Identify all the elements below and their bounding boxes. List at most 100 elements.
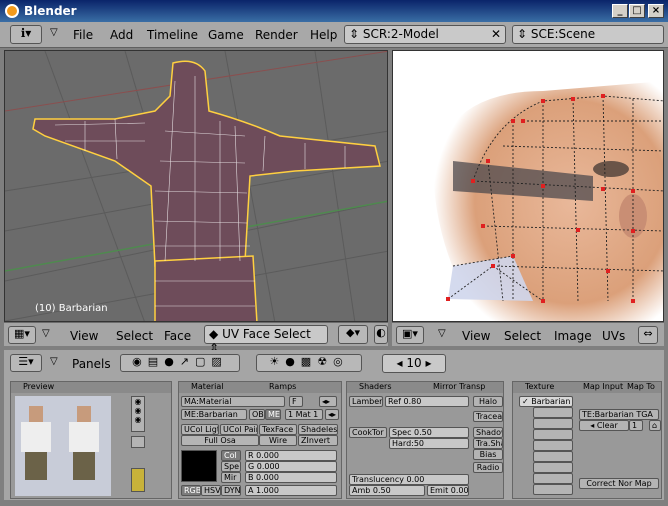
collapse-triangle-icon[interactable]: ▽ (438, 328, 446, 339)
ref-slider[interactable]: Ref 0.80 (385, 396, 469, 407)
context-buttons[interactable]: ◉▤●↗▢▨ (120, 354, 240, 372)
diffuse-shader-select[interactable]: Lambert (349, 396, 383, 407)
uv-menu-uvs[interactable]: UVs (602, 329, 625, 343)
menu-game[interactable]: Game (208, 28, 244, 42)
tab-material[interactable]: Material (191, 382, 224, 391)
tab-map-input[interactable]: Map Input (583, 382, 623, 391)
uv-menu-image[interactable]: Image (554, 329, 592, 343)
menu-render[interactable]: Render (255, 28, 298, 42)
rgb-mode-button[interactable]: RGB (181, 485, 201, 496)
collapse-triangle-icon[interactable]: ▽ (50, 356, 58, 367)
translucency-slider[interactable]: Translucency 0.00 (349, 474, 469, 485)
green-slider[interactable]: G 0.000 (245, 461, 337, 472)
material-f-button[interactable]: F (289, 396, 303, 407)
scene-selector[interactable]: ⇕ SCE:Scene (512, 25, 664, 44)
mode-selector[interactable]: ◆ UV Face Select ⇕ (204, 325, 328, 355)
lamp-icon[interactable]: ☀ (269, 355, 285, 368)
delete-screen-icon[interactable]: ✕ (491, 27, 501, 41)
shadeless-toggle[interactable]: Shadeles (298, 424, 338, 435)
script-icon[interactable]: ▤ (148, 355, 164, 368)
texture-clear-button[interactable]: ◂ Clear (579, 420, 629, 431)
uv-menu-select[interactable]: Select (504, 329, 541, 343)
draw-type-icon[interactable]: ◆▾ (338, 325, 368, 344)
me-link-button[interactable]: ME (265, 409, 281, 420)
blue-slider[interactable]: B 0.000 (245, 472, 337, 483)
radiosity-icon[interactable]: ☢ (317, 355, 333, 368)
ucol-paint-toggle[interactable]: UCol Pain (220, 424, 258, 435)
ob-link-button[interactable]: OB (249, 409, 265, 420)
uv-editor-type-icon[interactable]: ▣▾ (396, 326, 424, 344)
fake-user-icon[interactable]: ⌂ (649, 420, 661, 431)
specular-shader-select[interactable]: CookTor (349, 427, 387, 438)
alpha-slider[interactable]: A 1.000 (245, 485, 337, 496)
zinvert-toggle[interactable]: ZInvert (298, 435, 338, 446)
uv-menu-view[interactable]: View (462, 329, 490, 343)
material-arrows-icon[interactable]: ◂▸ (319, 396, 337, 407)
spe-button[interactable]: Spe (221, 461, 241, 472)
screen-selector[interactable]: ⇕ SCR:2-Model ✕ (344, 25, 506, 44)
mesh-name-field[interactable]: ME:Barbarian (181, 409, 247, 420)
scene-icon[interactable]: ▨ (211, 355, 227, 368)
texture-slot-7[interactable] (533, 462, 573, 473)
info-window-type-icon[interactable]: ℹ▾ (10, 25, 42, 44)
close-button[interactable]: × (648, 4, 664, 18)
texture-slot-3[interactable] (533, 418, 573, 429)
bias-button[interactable]: Bias (473, 449, 503, 460)
collapse-triangle-icon[interactable]: ▽ (50, 27, 58, 38)
world-icon[interactable]: ◎ (333, 355, 349, 368)
preview-cube-button[interactable] (131, 436, 145, 448)
material-index-arrows-icon[interactable]: ◂▸ (325, 409, 339, 420)
shadow-button[interactable]: Shadow (473, 427, 503, 438)
uv-image-editor[interactable] (392, 50, 664, 322)
texture-slot-2[interactable] (533, 407, 573, 418)
full-osa-toggle[interactable]: Full Osa (181, 435, 259, 446)
menu-file[interactable]: File (73, 28, 93, 42)
tab-map-to[interactable]: Map To (627, 382, 655, 391)
preview-light-buttons[interactable] (131, 468, 145, 492)
maximize-button[interactable]: □ (629, 4, 645, 18)
texture-slot-9[interactable] (533, 484, 573, 495)
buttons-type-icon[interactable]: ☰▾ (10, 354, 42, 372)
texture-slot-8[interactable] (533, 473, 573, 484)
ucol-light-toggle[interactable]: UCol Ligt (181, 424, 219, 435)
radio-button[interactable]: Radio (473, 462, 503, 473)
hard-slider[interactable]: Hard:50 (389, 438, 469, 449)
tab-texture[interactable]: Texture (525, 382, 554, 391)
tab-mirror-transp[interactable]: Mirror Transp (433, 382, 485, 391)
texture-slot-1[interactable]: ✓ Barbarian (519, 396, 573, 407)
traceable-button[interactable]: Traceabl (473, 411, 503, 422)
3d-viewport[interactable]: (10) Barbarian (4, 50, 388, 322)
logic-icon[interactable]: ◉ (132, 355, 148, 368)
menu-view[interactable]: View (70, 329, 98, 343)
mir-button[interactable]: Mir (221, 472, 241, 483)
shading-subcontext-buttons[interactable]: ☀●▩☢◎ (256, 354, 362, 372)
object-icon[interactable]: ↗ (180, 355, 195, 368)
tab-shaders[interactable]: Shaders (359, 382, 392, 391)
spec-slider[interactable]: Spec 0.50 (389, 427, 469, 438)
preview-type-buttons[interactable]: ◉ ◉ ◉ (131, 396, 145, 432)
col-button[interactable]: Col (221, 450, 241, 461)
texture-slot-4[interactable] (533, 429, 573, 440)
editing-icon[interactable]: ▢ (195, 355, 211, 368)
texture-slot-5[interactable] (533, 440, 573, 451)
minimize-button[interactable]: _ (612, 4, 628, 18)
material-name-field[interactable]: MA:Material (181, 396, 285, 407)
menu-help[interactable]: Help (310, 28, 337, 42)
hsv-mode-button[interactable]: HSV (201, 485, 221, 496)
scroll-arrows-icon[interactable]: ⇔ (638, 326, 658, 344)
menu-face[interactable]: Face (164, 329, 191, 343)
amb-slider[interactable]: Amb 0.50 (349, 485, 425, 496)
tra-shadow-button[interactable]: Tra.Sha (473, 438, 503, 449)
menu-select[interactable]: Select (116, 329, 153, 343)
texture-users-count[interactable]: 1 (629, 420, 643, 431)
shading-icon[interactable]: ◐ (374, 325, 388, 344)
color-swatch[interactable] (181, 450, 217, 482)
shading-context-icon[interactable]: ● (164, 355, 180, 368)
texture-name-field[interactable]: TE:Barbarian TGA (579, 409, 659, 420)
menu-add[interactable]: Add (110, 28, 133, 42)
correct-nor-map-button[interactable]: Correct Nor Map (579, 478, 659, 489)
collapse-triangle-icon[interactable]: ▽ (42, 328, 50, 339)
emit-slider[interactable]: Emit 0.00 (427, 485, 469, 496)
texture-icon[interactable]: ▩ (301, 355, 317, 368)
frame-field[interactable]: ◂ 10 ▸ (382, 354, 446, 373)
